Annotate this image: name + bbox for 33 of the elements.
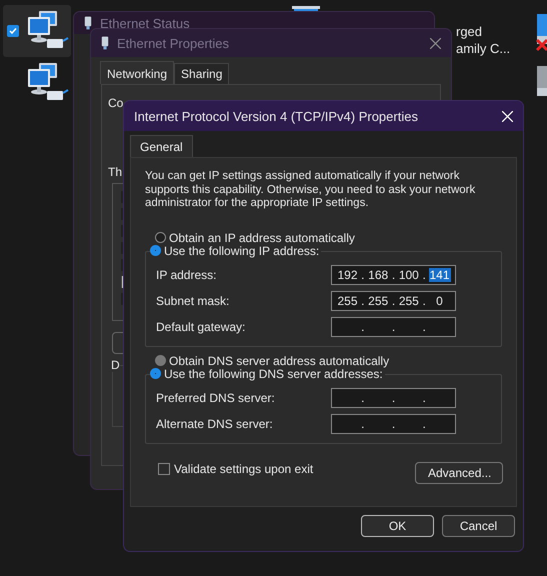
radio-option[interactable]: Use the following DNS server addresses:: [150, 366, 385, 380]
adapter-label: rged: [456, 23, 484, 40]
adapter-item[interactable]: [3, 5, 71, 57]
window-title: Ethernet Properties: [117, 36, 230, 50]
ethernet-plug-icon: [84, 16, 92, 30]
checkbox[interactable]: [7, 25, 19, 37]
ip-address-field[interactable]: 192 . 168 . 100 . 141: [331, 264, 456, 284]
ip-address-field[interactable]: . . .: [331, 388, 456, 408]
intro-text: You can get IP settings assigned automatically if your network supports this capability. Otherwise, you need to ask your network administrator for the appropriate IP settings.: [145, 170, 476, 210]
connect-label: Co: [108, 96, 124, 110]
components-label: Th: [108, 165, 122, 179]
tab[interactable]: Networking: [100, 61, 174, 84]
ip-address-field[interactable]: . . .: [331, 316, 456, 336]
tab[interactable]: General: [130, 135, 193, 157]
field-label: Default gateway:: [156, 320, 246, 334]
ethernet-plug-icon: [101, 36, 109, 50]
window-title: Ethernet Status: [100, 16, 190, 31]
ip-address-field[interactable]: . . .: [331, 414, 456, 434]
ok-button[interactable]: OK: [361, 515, 434, 537]
field-label: IP address:: [156, 268, 216, 282]
tab[interactable]: Sharing: [174, 63, 230, 84]
field-label: Subnet mask:: [156, 294, 230, 308]
checkbox-option[interactable]: Validate settings upon exit: [158, 462, 314, 476]
radio-option[interactable]: Use the following IP address:: [150, 244, 322, 258]
ip-address-field[interactable]: 255 . 255 . 255 . 0: [331, 290, 456, 310]
adapter-label: amily C...: [456, 40, 510, 57]
field-label: Preferred DNS server:: [156, 390, 275, 404]
window-title: Internet Protocol Version 4 (TCP/IPv4) Properties: [134, 108, 418, 124]
radio-option[interactable]: Obtain an IP address automatically: [155, 230, 355, 244]
advanced-button[interactable]: Advanced...: [415, 462, 503, 484]
cancel-button[interactable]: Cancel: [442, 515, 515, 537]
field-label: Alternate DNS server:: [156, 416, 273, 430]
description-label: D: [111, 358, 120, 372]
